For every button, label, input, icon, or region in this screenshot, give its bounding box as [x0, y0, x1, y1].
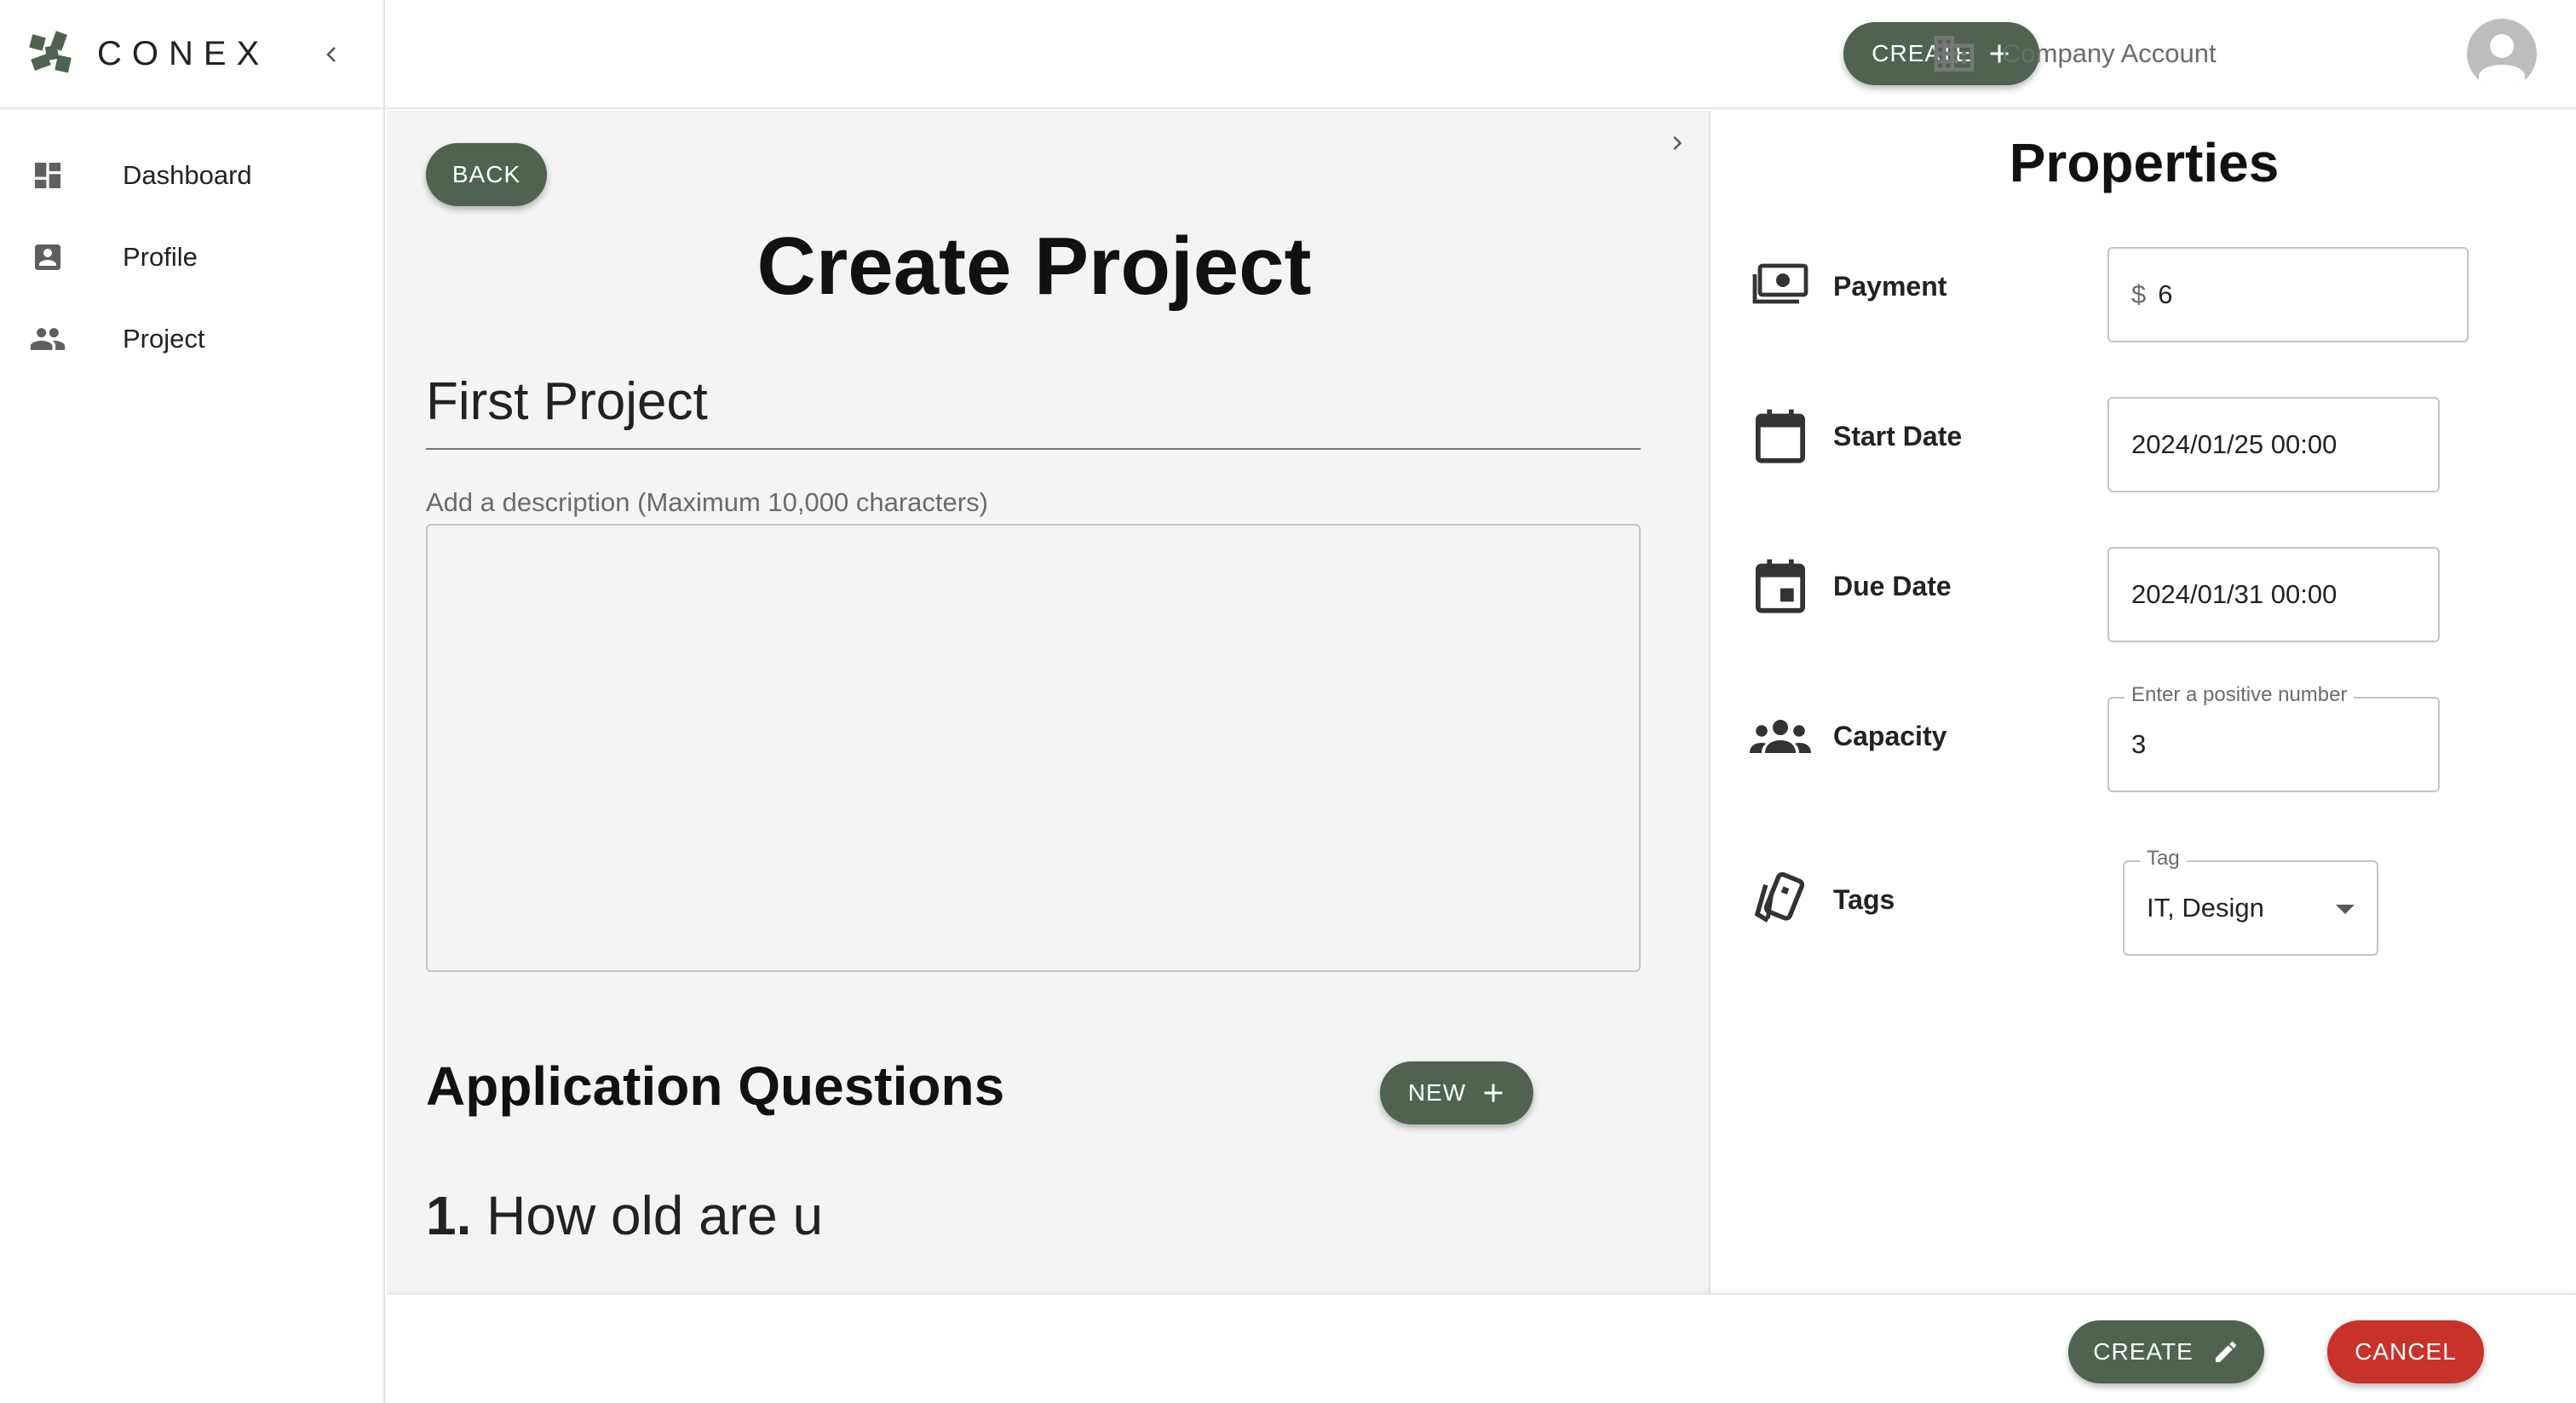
project-name-input[interactable]: First Project [426, 366, 1641, 450]
plus-icon [1484, 1084, 1503, 1102]
new-button-label: NEW [1407, 1079, 1467, 1106]
event-icon [1750, 555, 1811, 617]
chevron-right-icon [1673, 135, 1682, 151]
style-tag-icon [1750, 869, 1811, 930]
form-footer: CREATE CANCEL [387, 1293, 2576, 1403]
tags-row: Tags [1750, 869, 1895, 930]
capacity-hint: Enter a positive number [2125, 683, 2355, 707]
due-date-label: Due Date [1833, 570, 1952, 601]
sidebar: CONEX Dashboard Profile Project [0, 0, 385, 1403]
sidebar-item-label: Project [123, 324, 205, 354]
toggle-properties-button[interactable] [1659, 126, 1693, 160]
app-root: CONEX Dashboard Profile Project CREATE C… [0, 0, 2576, 1403]
company-account-label: Company Account [2002, 38, 2217, 68]
start-date-label: Start Date [1833, 420, 1963, 451]
question-number: 1. [426, 1185, 472, 1246]
people-icon [29, 320, 66, 358]
question-item[interactable]: 1. How old are u [426, 1184, 823, 1247]
sidebar-item-dashboard[interactable]: Dashboard [0, 135, 383, 216]
capacity-label: Capacity [1833, 720, 1947, 751]
user-avatar-icon [2479, 34, 2525, 89]
payment-value: 6 [2158, 279, 2173, 309]
collapse-sidebar-button[interactable] [315, 37, 349, 72]
description-label: Add a description (Maximum 10,000 charac… [426, 487, 988, 517]
tags-label: Tags [1833, 883, 1895, 915]
properties-title: Properties [2009, 132, 2280, 193]
calendar-icon [1750, 405, 1811, 467]
payment-row: Payment [1750, 256, 1946, 317]
sidebar-item-label: Profile [123, 242, 198, 272]
chevron-left-icon [326, 47, 336, 62]
payments-icon [1750, 256, 1811, 317]
capacity-row: Capacity [1750, 705, 1946, 767]
payment-label: Payment [1833, 270, 1947, 302]
capacity-value: 3 [2131, 729, 2147, 759]
start-date-input[interactable]: 2024/01/25 00:00 [2107, 397, 2440, 492]
top-bar: CREATE Company Account [385, 0, 2576, 109]
groups-icon [1750, 705, 1811, 767]
dashboard-icon [29, 157, 66, 194]
capacity-input[interactable]: Enter a positive number 3 [2107, 683, 2440, 792]
start-date-value: 2024/01/25 00:00 [2131, 429, 2337, 459]
company-account-button[interactable]: Company Account [1929, 26, 2217, 82]
due-date-value: 2024/01/31 00:00 [2131, 579, 2337, 609]
tag-legend: Tag [2140, 847, 2187, 871]
create-button-label: CREATE [2093, 1338, 2194, 1365]
properties-panel: Properties Payment $ 6 Start Date 2024/0… [1709, 111, 2576, 1293]
description-textarea[interactable] [426, 524, 1641, 972]
pencil-icon [2215, 1341, 2236, 1362]
profile-icon [29, 239, 66, 276]
payment-input[interactable]: $ 6 [2107, 247, 2469, 342]
brand-name: CONEX [97, 34, 270, 72]
new-question-button[interactable]: NEW [1380, 1061, 1533, 1124]
submit-create-button[interactable]: CREATE [2068, 1320, 2264, 1383]
currency-prefix: $ [2131, 279, 2147, 309]
sidebar-item-label: Dashboard [123, 160, 252, 190]
sidebar-item-profile[interactable]: Profile [0, 216, 383, 298]
building-icon [1934, 36, 1975, 72]
tags-select[interactable]: Tag IT, Design [2123, 847, 2378, 956]
conex-logo-icon [29, 31, 72, 73]
tags-value: IT, Design [2147, 893, 2264, 923]
due-date-input[interactable]: 2024/01/31 00:00 [2107, 547, 2440, 642]
page-title: Create Project [756, 221, 1312, 312]
due-date-row: Due Date [1750, 555, 1952, 617]
sidebar-item-project[interactable]: Project [0, 298, 383, 380]
question-text: How old are u [486, 1185, 824, 1246]
logo-bar: CONEX [0, 0, 383, 109]
application-questions-title: Application Questions [426, 1055, 1005, 1117]
create-project-form: BACK Create Project First Project Add a … [387, 111, 1709, 1293]
sidebar-nav: Dashboard Profile Project [0, 109, 383, 380]
back-button[interactable]: BACK [426, 143, 547, 206]
cancel-button[interactable]: CANCEL [2327, 1320, 2484, 1383]
avatar[interactable] [2467, 19, 2537, 89]
dropdown-arrow-icon [2336, 905, 2355, 914]
start-date-row: Start Date [1750, 405, 1962, 467]
